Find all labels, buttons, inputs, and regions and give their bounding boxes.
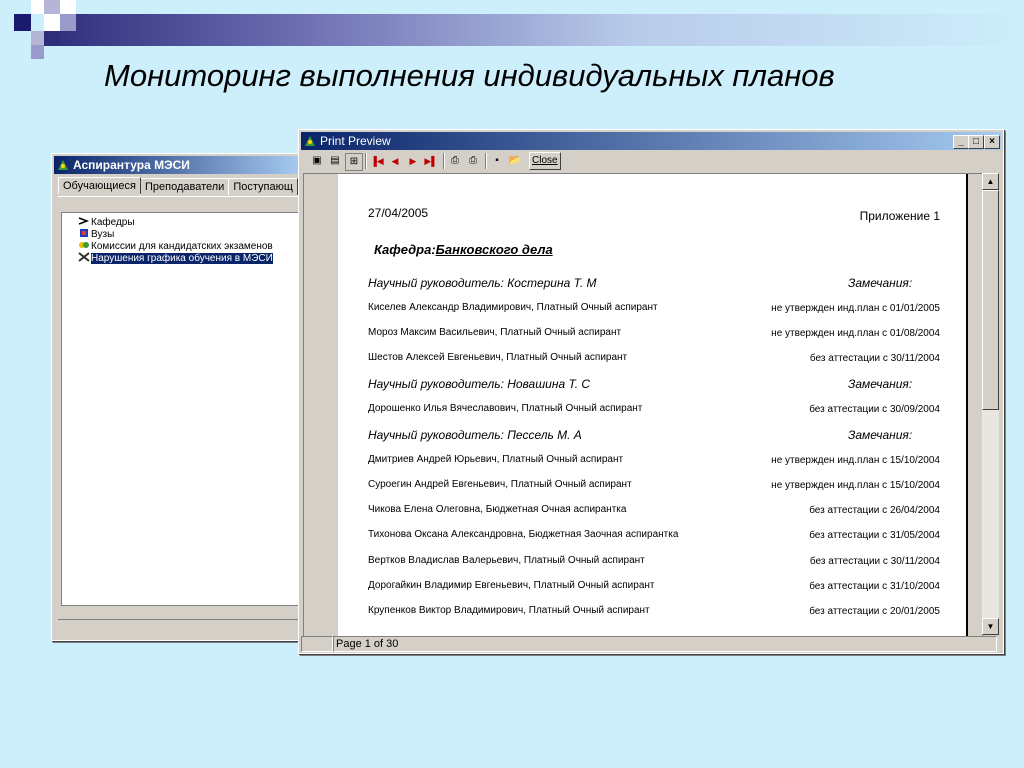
page-status: Page 1 of 30 <box>333 636 997 652</box>
window-title: Аспирантура МЭСИ <box>73 158 190 172</box>
student-note: без аттестации с 30/11/2004 <box>809 353 940 364</box>
decorative-square <box>44 31 60 45</box>
student-note: не утвержден инд.план с 15/10/2004 <box>771 455 940 466</box>
student-note: без аттестации с 30/09/2004 <box>809 404 940 415</box>
whole-page-icon[interactable]: ▣ <box>309 153 325 169</box>
window-title: Print Preview <box>320 134 391 148</box>
tab-applicants[interactable]: Поступающ <box>228 178 298 195</box>
student-name: Тихонова Оксана Александровна, Бюджетная… <box>368 529 679 540</box>
close-preview-button[interactable]: Close <box>529 152 561 170</box>
last-page-icon[interactable]: ▶▌ <box>423 153 439 169</box>
decorative-square <box>44 14 60 31</box>
decorative-square <box>31 45 44 59</box>
student-note: не утвержден инд.план с 15/10/2004 <box>771 480 940 491</box>
violation-icon <box>78 252 90 262</box>
supervisor-heading: Научный руководитель: Костерина Т. М <box>368 276 597 290</box>
commission-icon <box>79 242 89 248</box>
decorative-square <box>14 14 31 31</box>
scroll-thumb[interactable] <box>982 190 999 410</box>
print-setup-icon[interactable]: ⎙ <box>447 153 463 169</box>
next-page-icon[interactable]: ▶ <box>405 153 421 169</box>
tab-panel <box>58 196 302 211</box>
slide-title: Мониторинг выполнения индивидуальных пла… <box>104 58 835 93</box>
student-note: не утвержден инд.план с 01/01/2005 <box>771 303 940 314</box>
tab-teachers[interactable]: Преподаватели <box>139 178 230 195</box>
student-name: Дорогайкин Владимир Евгеньевич, Платный … <box>368 580 655 591</box>
student-name: Крупенков Виктор Владимирович, Платный О… <box>368 605 650 616</box>
back-status-bar <box>58 619 302 636</box>
student-name: Дорошенко Илья Вячеславович, Платный Очн… <box>368 403 643 414</box>
report-appendix: Приложение 1 <box>859 209 940 223</box>
aspirantura-titlebar[interactable]: Аспирантура МЭСИ <box>54 156 300 174</box>
app-icon <box>58 160 68 170</box>
open-icon[interactable]: 📂 <box>507 153 523 169</box>
student-note: без аттестации с 30/11/2004 <box>809 556 940 567</box>
student-name: Дмитриев Андрей Юрьевич, Платный Очный а… <box>368 454 624 465</box>
first-page-icon[interactable]: ▐◀ <box>369 153 385 169</box>
navigation-tree[interactable]: Кафедры Вузы Комиссии для кандидатских э… <box>61 212 302 606</box>
tree-item-violations[interactable]: Нарушения графика обучения в МЭСИ <box>78 252 273 265</box>
decorative-square <box>60 0 76 14</box>
maximize-button[interactable]: □ <box>968 135 984 149</box>
scroll-up-icon[interactable]: ▲ <box>982 173 999 190</box>
tab-students[interactable]: Обучающиеся <box>58 177 141 194</box>
student-name: Вертков Владислав Валерьевич, Платный Оч… <box>368 555 645 566</box>
report-department: Кафедра:Банковского дела <box>374 242 553 257</box>
minimize-button[interactable]: _ <box>953 135 969 149</box>
preview-area[interactable]: 27/04/2005 Приложение 1 Кафедра:Банковск… <box>303 173 983 637</box>
report-date: 27/04/2005 <box>368 206 429 220</box>
supervisor-heading: Научный руководитель: Новашина Т. С <box>368 377 591 391</box>
folder-arrow-icon <box>78 217 90 225</box>
print-preview-titlebar[interactable]: Print Preview _ □ × <box>301 132 1001 150</box>
print-icon[interactable]: ⎙ <box>465 153 481 169</box>
scroll-down-icon[interactable]: ▼ <box>982 618 999 635</box>
decorative-square <box>60 14 76 31</box>
student-name: Чикова Елена Олеговна, Бюджетная Очная а… <box>368 504 627 515</box>
student-name: Суроегин Андрей Евгеньевич, Платный Очны… <box>368 479 632 490</box>
preview-toolbar: ▣ ▤ ⊞ ▐◀ ◀ ▶ ▶▌ ⎙ ⎙ ▪ 📂 Close <box>301 151 1001 171</box>
remarks-label: Замечания: <box>848 377 913 391</box>
student-note: без аттестации с 31/10/2004 <box>809 581 940 592</box>
university-icon <box>80 229 88 237</box>
zoom-icon[interactable]: ⊞ <box>345 153 363 171</box>
prev-page-icon[interactable]: ◀ <box>387 153 403 169</box>
decorative-square <box>44 0 60 14</box>
student-name: Шестов Алексей Евгеньевич, Платный Очный… <box>368 352 628 363</box>
vertical-scrollbar[interactable]: ▲ ▼ <box>982 173 999 635</box>
report-page: 27/04/2005 Приложение 1 Кафедра:Банковск… <box>338 174 968 636</box>
remarks-label: Замечания: <box>848 276 913 290</box>
page-width-icon[interactable]: ▤ <box>327 153 343 169</box>
student-name: Мороз Максим Васильевич, Платный Очный а… <box>368 327 622 338</box>
student-note: без аттестации с 26/04/2004 <box>809 505 940 516</box>
tab-strip: Обучающиеся Преподаватели Поступающ <box>58 177 298 196</box>
student-name: Киселев Александр Владимирович, Платный … <box>368 302 658 313</box>
student-note: без аттестации с 31/05/2004 <box>809 530 940 541</box>
print-preview-window[interactable]: Print Preview _ □ × ▣ ▤ ⊞ ▐◀ ◀ ▶ ▶▌ ⎙ ⎙ … <box>298 129 1004 654</box>
aspirantura-window[interactable]: Аспирантура МЭСИ Обучающиеся Преподавател… <box>51 153 303 641</box>
decorative-top-bar <box>44 14 1024 46</box>
supervisor-heading: Научный руководитель: Пессель М. А <box>368 428 582 442</box>
decorative-square <box>31 31 44 45</box>
remarks-label: Замечания: <box>848 428 913 442</box>
student-note: не утвержден инд.план с 01/08/2004 <box>771 328 940 339</box>
student-note: без аттестации с 20/01/2005 <box>809 606 940 617</box>
save-icon[interactable]: ▪ <box>489 153 505 169</box>
decorative-square <box>31 0 44 14</box>
preview-status-bar: Page 1 of 30 <box>301 635 1001 652</box>
app-icon <box>305 136 315 146</box>
close-window-button[interactable]: × <box>984 135 1000 149</box>
